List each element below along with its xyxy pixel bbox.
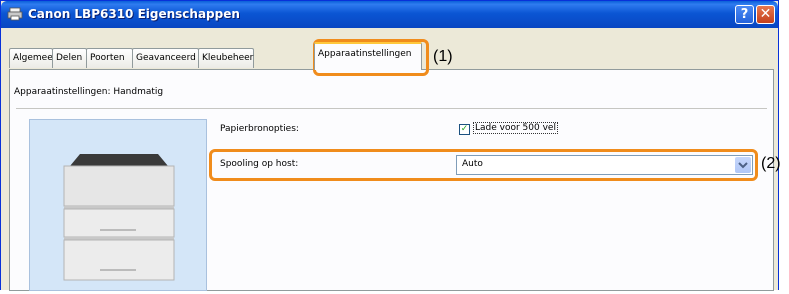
tab-strip: Algemeen Delen Poorten Geavanceerd Kleub… [9,42,774,70]
tray-500-checkbox-label[interactable]: Lade voor 500 vel [473,122,558,134]
properties-window: Canon LBP6310 Eigenschappen ? ✕ Algemeen… [0,0,779,291]
callout-2: (2) [761,155,781,172]
close-button[interactable]: ✕ [756,5,775,24]
panel-title: Apparaatinstellingen: Handmatig [14,87,164,97]
printer-image [63,154,175,281]
tab-geavanceerd[interactable]: Geavanceerd [132,48,199,68]
title-bar[interactable]: Canon LBP6310 Eigenschappen ? ✕ [1,1,778,28]
tab-delen[interactable]: Delen [52,48,87,68]
separator [16,108,767,109]
tray-500-checkbox[interactable]: ✓ [459,124,470,135]
help-button[interactable]: ? [735,5,754,24]
printer-preview [29,119,207,291]
tab-apparaatinstellingen[interactable]: Apparaatinstellingen [314,42,422,70]
tab-poorten[interactable]: Poorten [86,48,133,68]
callout-1: (1) [433,48,453,65]
printer-app-icon [7,7,23,21]
spooling-highlight-frame [209,149,758,181]
tab-kleurbeheer[interactable]: Kleubeheer [198,48,254,68]
paper-source-label: Papierbronopties: [220,124,299,134]
window-title: Canon LBP6310 Eigenschappen [28,7,240,21]
tab-algemeen[interactable]: Algemeen [9,48,58,68]
